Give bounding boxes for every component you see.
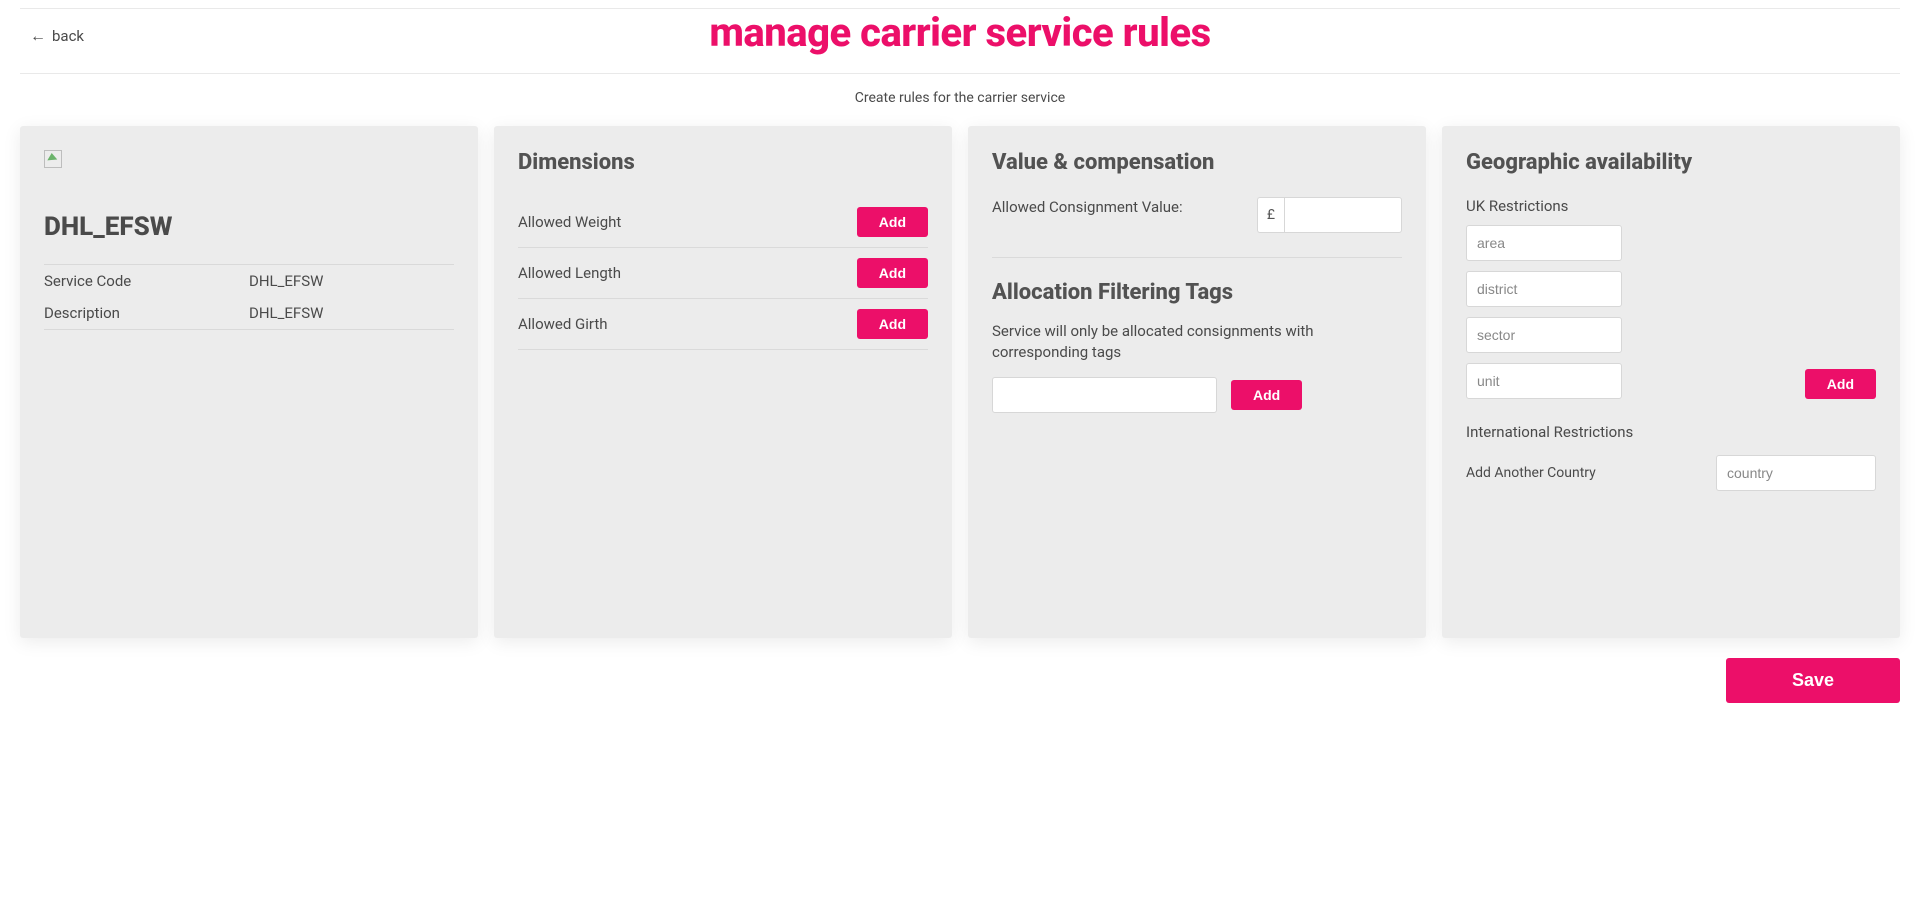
international-restrictions-label: International Restrictions xyxy=(1466,423,1876,441)
info-row: Service Code DHL_EFSW xyxy=(44,265,454,297)
info-value: DHL_EFSW xyxy=(249,304,454,322)
info-value: DHL_EFSW xyxy=(249,272,454,290)
uk-area-input[interactable] xyxy=(1466,225,1622,261)
country-input[interactable] xyxy=(1716,455,1876,491)
dimensions-card: Dimensions Allowed Weight Add Allowed Le… xyxy=(494,126,952,638)
dimension-label: Allowed Girth xyxy=(518,315,608,333)
page-title: manage carrier service rules xyxy=(20,9,1900,55)
dimension-label: Allowed Length xyxy=(518,264,621,282)
value-comp-title: Value & compensation xyxy=(992,150,1402,175)
back-label: back xyxy=(52,27,84,45)
add-weight-button[interactable]: Add xyxy=(857,207,928,237)
carrier-info-table: Service Code DHL_EFSW Description DHL_EF… xyxy=(44,264,454,330)
allowed-consignment-value-input[interactable] xyxy=(1284,197,1402,233)
allocation-filtering-title: Allocation Filtering Tags xyxy=(992,280,1402,305)
carrier-logo-icon xyxy=(44,150,62,168)
page-subtitle: Create rules for the carrier service xyxy=(20,90,1900,106)
info-label: Service Code xyxy=(44,272,249,290)
uk-district-input[interactable] xyxy=(1466,271,1622,307)
add-length-button[interactable]: Add xyxy=(857,258,928,288)
uk-unit-input[interactable] xyxy=(1466,363,1622,399)
info-label: Description xyxy=(44,304,249,322)
allowed-consignment-value-label: Allowed Consignment Value: xyxy=(992,197,1245,218)
uk-restrictions-label: UK Restrictions xyxy=(1466,197,1876,215)
allocation-filtering-desc: Service will only be allocated consignme… xyxy=(992,321,1402,363)
uk-sector-input[interactable] xyxy=(1466,317,1622,353)
currency-input-group: £ xyxy=(1257,197,1402,233)
value-compensation-card: Value & compensation Allowed Consignment… xyxy=(968,126,1426,638)
add-tag-button[interactable]: Add xyxy=(1231,380,1302,410)
dimension-row-girth: Allowed Girth Add xyxy=(518,299,928,350)
geo-title: Geographic availability xyxy=(1466,150,1876,175)
add-uk-restriction-button[interactable]: Add xyxy=(1805,369,1876,399)
add-girth-button[interactable]: Add xyxy=(857,309,928,339)
save-button[interactable]: Save xyxy=(1726,658,1900,703)
arrow-left-icon: ← xyxy=(30,28,46,44)
info-row: Description DHL_EFSW xyxy=(44,297,454,329)
allocation-tag-input[interactable] xyxy=(992,377,1217,413)
dimensions-title: Dimensions xyxy=(518,150,928,175)
dimension-label: Allowed Weight xyxy=(518,213,621,231)
carrier-service-name: DHL_EFSW xyxy=(44,212,454,242)
back-link[interactable]: ← back xyxy=(30,27,84,45)
currency-symbol: £ xyxy=(1257,197,1284,233)
dimension-row-weight: Allowed Weight Add xyxy=(518,197,928,248)
add-another-country-label: Add Another Country xyxy=(1466,465,1596,481)
geographic-availability-card: Geographic availability UK Restrictions … xyxy=(1442,126,1900,638)
dimension-row-length: Allowed Length Add xyxy=(518,248,928,299)
carrier-info-card: DHL_EFSW Service Code DHL_EFSW Descripti… xyxy=(20,126,478,638)
